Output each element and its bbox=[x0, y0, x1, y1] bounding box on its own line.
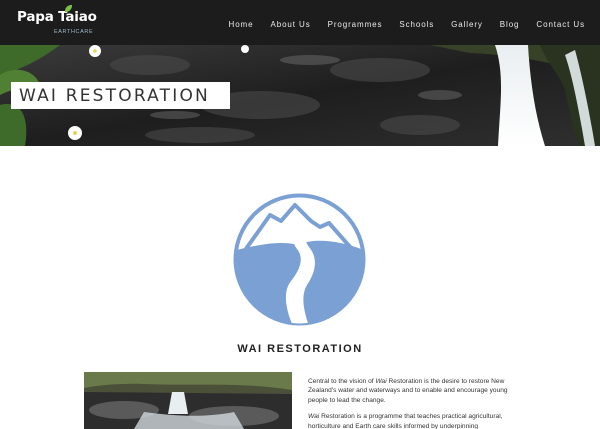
nav-about-us[interactable]: About Us bbox=[270, 20, 310, 29]
hero-title: WAI RESTORATION bbox=[19, 86, 210, 106]
brand-name: Papa Taiao bbox=[17, 9, 97, 25]
content-text: Central to the vision of Wai Restoration… bbox=[308, 377, 518, 429]
nav-contact-us[interactable]: Contact Us bbox=[536, 20, 585, 29]
paragraph-2: Wai Restoration is a programme that teac… bbox=[308, 413, 503, 429]
nav-home[interactable]: Home bbox=[229, 20, 254, 29]
section-title: WAI RESTORATION bbox=[237, 343, 363, 355]
river-mountains-icon bbox=[233, 193, 366, 326]
hero-banner: WAI RESTORATION bbox=[0, 45, 600, 146]
paragraph-1: Central to the vision of Wai Restoration… bbox=[308, 378, 508, 404]
nav-gallery[interactable]: Gallery bbox=[451, 20, 483, 29]
waterfall-photo bbox=[84, 372, 292, 429]
hero-title-box: WAI RESTORATION bbox=[11, 82, 230, 109]
top-navbar: Papa Taiao EARTHCARE Home About Us Progr… bbox=[0, 0, 600, 45]
brand-subtitle: EARTHCARE bbox=[54, 29, 94, 35]
nav-schools[interactable]: Schools bbox=[399, 20, 434, 29]
nav-programmes[interactable]: Programmes bbox=[328, 20, 383, 29]
brand-logo[interactable]: Papa Taiao EARTHCARE bbox=[17, 4, 97, 39]
main-nav: Home About Us Programmes Schools Gallery… bbox=[212, 20, 585, 29]
leaf-icon bbox=[64, 4, 73, 13]
nav-blog[interactable]: Blog bbox=[500, 20, 520, 29]
